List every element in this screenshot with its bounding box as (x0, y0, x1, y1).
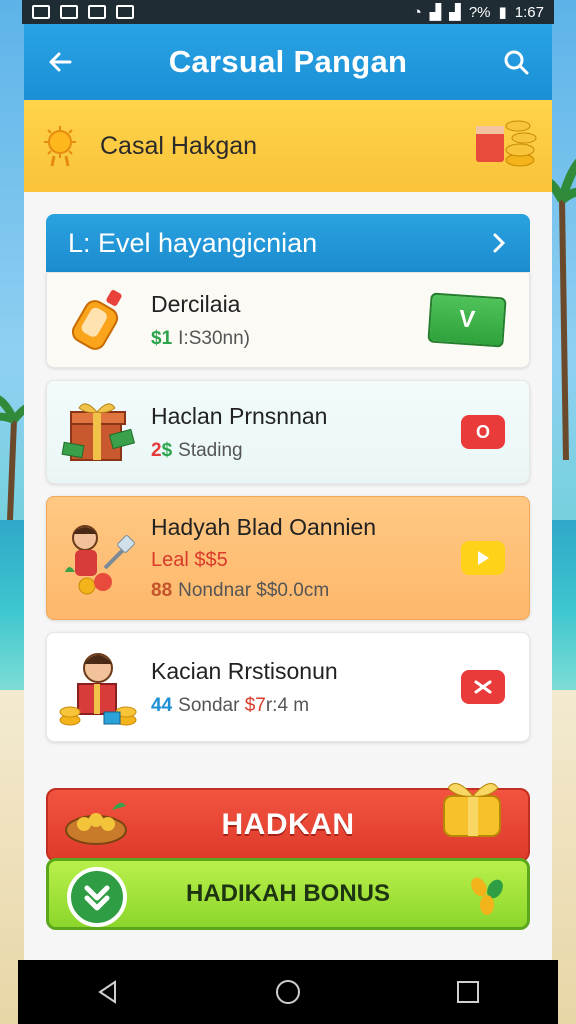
item-action-button[interactable] (461, 541, 505, 575)
status-bar: ◔ ▟ ▟ ?% ▮ 1:67 (22, 0, 554, 24)
item-number: 2 (151, 439, 162, 461)
golden-gift-icon (443, 783, 501, 837)
item-price: $7 (244, 694, 266, 716)
list-item[interactable]: Dercilaia $1 I:S30nn) V (46, 272, 530, 368)
app-bar: Carsual Pangan (24, 24, 552, 100)
nav-back-icon[interactable] (95, 979, 121, 1005)
mail-icon (32, 5, 50, 19)
section-header[interactable]: L: Evel hayangicnian (46, 214, 530, 272)
signal2-icon: ▟ (449, 4, 461, 21)
item-subtitle: 88 Nondnar $$0.0cm (151, 580, 529, 602)
record-button[interactable]: O (461, 415, 505, 449)
search-icon (504, 50, 529, 75)
calendar-icon (88, 5, 106, 19)
gallery-icon (60, 5, 78, 19)
system-navigation-bar (18, 960, 558, 1024)
message-icon (116, 5, 134, 19)
item-number: $1 (151, 327, 173, 349)
confirm-label: V (458, 305, 476, 334)
search-button[interactable] (498, 44, 534, 80)
item-name: Hadyah Blad Oannien (151, 514, 377, 540)
record-label: O (475, 421, 490, 442)
back-button[interactable] (42, 44, 78, 80)
item-action-button[interactable]: V (427, 292, 507, 348)
header-banner: Casal Hakgan (24, 100, 552, 192)
item-detail: I:S30nn) (178, 327, 250, 349)
list-item[interactable]: Kacian Rrstisonun 44 Sondar $7r:4 m (46, 632, 530, 742)
back-arrow-icon (49, 52, 72, 72)
item-number: 88 (151, 580, 173, 601)
battery-percent: ?% (468, 3, 491, 21)
double-chevron-down-icon (84, 885, 110, 911)
shuffle-button[interactable] (461, 670, 505, 704)
bottom-panel: HADKAN HADIKAH BONUS (46, 783, 530, 930)
item-detail: Sondar (178, 694, 240, 716)
hadkan-label: HADKAN (221, 808, 355, 841)
sun-mascot-icon (44, 126, 76, 167)
nav-recents-icon[interactable] (455, 979, 481, 1005)
item-number-suffix: $ (161, 439, 173, 461)
boy-with-gifts-icon (47, 639, 151, 735)
item-detail: Nondnar $$0.0cm (178, 580, 330, 601)
chevron-right-icon (493, 233, 506, 253)
signal-icon: ▟ (429, 4, 442, 21)
item-action-button[interactable] (461, 670, 505, 704)
list-item[interactable]: Hadyah Blad Oannien Leal $$5 88 Nondnar $… (46, 496, 530, 620)
item-price-tail: r:4 m (265, 694, 310, 716)
bonus-label: HADIKAH BONUS (186, 880, 390, 907)
chef-character-icon (47, 510, 151, 606)
play-button[interactable] (461, 541, 505, 575)
play-icon (478, 551, 489, 565)
app-window: Carsual Pangan Casal Hakgan L: Evel haya… (24, 24, 552, 960)
leaf-sparkle-icon (471, 877, 503, 915)
hadkan-bar[interactable]: HADKAN (46, 783, 530, 862)
battery-icon: ▮ (498, 4, 507, 21)
nav-home-icon[interactable] (275, 979, 301, 1005)
app-title: Carsual Pangan (168, 44, 408, 79)
item-detail: Stading (178, 439, 243, 461)
item-action-button[interactable]: O (461, 415, 505, 449)
wifi-icon: ◔ (412, 3, 422, 21)
item-number: 44 (151, 694, 173, 716)
coins-cup-icon (476, 120, 537, 167)
content-area: L: Evel hayangicnian Dercilaia $1 I:S30nn… (24, 192, 552, 960)
shuffle-icon (474, 680, 492, 694)
bonus-check-button[interactable] (67, 867, 127, 927)
bottle-icon (47, 272, 151, 368)
bonus-bar[interactable]: HADIKAH BONUS (46, 858, 530, 930)
confirm-button[interactable]: V (427, 292, 507, 348)
section-title: L: Evel hayangicnian (68, 227, 318, 258)
food-basket-icon (65, 802, 127, 845)
clock: 1:67 (514, 3, 544, 21)
list-item[interactable]: Haclan Prnsnnan 2$ Stading O (46, 380, 530, 484)
banner-title: Casal Hakgan (100, 131, 258, 160)
gift-box-icon (47, 384, 151, 480)
